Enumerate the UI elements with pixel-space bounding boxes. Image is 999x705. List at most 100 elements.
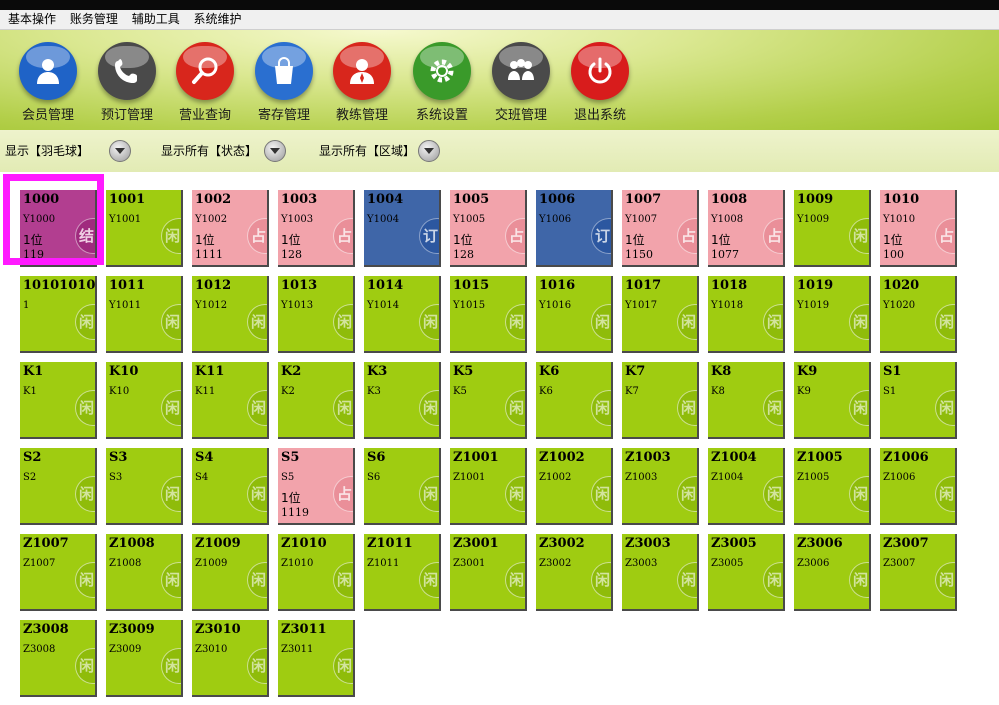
status-badge: 闲 [763, 304, 783, 340]
court-tile[interactable]: 闲 K10 K10 [106, 362, 183, 439]
court-tile[interactable]: 闲 Z1008 Z1008 [106, 534, 183, 611]
member-management-button[interactable]: 会员管理 [8, 42, 88, 130]
court-tile[interactable]: 闲 Z1004 Z1004 [708, 448, 785, 525]
court-tile[interactable]: 闲 1014 Y1014 [364, 276, 441, 353]
court-tile[interactable]: 闲 Z1010 Z1010 [278, 534, 355, 611]
court-tile[interactable]: 闲 Z3011 Z3011 [278, 620, 355, 697]
court-tile[interactable]: 闲 1009 Y1009 [794, 190, 871, 267]
storage-management-button[interactable]: 寄存管理 [244, 42, 324, 130]
court-tile[interactable]: 闲 10101010 1 [20, 276, 97, 353]
court-occupancy: 1位 [453, 233, 473, 247]
member-icon [19, 42, 77, 100]
court-tile[interactable]: 占 S5 S5 1位 1119 [278, 448, 355, 525]
court-tile[interactable]: 闲 Z1011 Z1011 [364, 534, 441, 611]
court-tile[interactable]: 闲 K8 K8 [708, 362, 785, 439]
court-tile[interactable]: 闲 1001 Y1001 [106, 190, 183, 267]
court-tile[interactable]: 闲 Z1007 Z1007 [20, 534, 97, 611]
court-tile[interactable]: 闲 S4 S4 [192, 448, 269, 525]
phone-icon [98, 42, 156, 100]
court-name: 1017 [625, 278, 662, 293]
court-tile[interactable]: 占 1010 Y1010 1位 100 [880, 190, 957, 267]
court-tile[interactable]: 闲 Z1009 Z1009 [192, 534, 269, 611]
status-badge: 闲 [505, 390, 525, 426]
chevron-down-icon[interactable] [109, 140, 131, 162]
court-tile[interactable]: 闲 K7 K7 [622, 362, 699, 439]
court-code: Y1002 [195, 214, 228, 225]
court-tile[interactable]: 占 1005 Y1005 1位 128 [450, 190, 527, 267]
reservation-management-button[interactable]: 预订管理 [87, 42, 167, 130]
menu-accounting[interactable]: 账务管理 [70, 12, 118, 26]
menu-system-maintenance[interactable]: 系统维护 [194, 12, 242, 26]
court-tile[interactable]: 闲 1013 Y1013 [278, 276, 355, 353]
court-tile[interactable]: 闲 K2 K2 [278, 362, 355, 439]
court-tile[interactable]: 闲 S3 S3 [106, 448, 183, 525]
court-tile[interactable]: 闲 1017 Y1017 [622, 276, 699, 353]
business-query-button[interactable]: 营业查询 [165, 42, 245, 130]
court-tile[interactable]: 闲 1012 Y1012 [192, 276, 269, 353]
menu-tools[interactable]: 辅助工具 [132, 12, 180, 26]
court-tile[interactable]: 闲 Z3009 Z3009 [106, 620, 183, 697]
court-name: S6 [367, 450, 386, 465]
court-tile[interactable]: 订 1004 Y1004 [364, 190, 441, 267]
status-badge: 闲 [247, 562, 267, 598]
menu-basic-operations[interactable]: 基本操作 [8, 12, 56, 26]
court-tile[interactable]: 订 1006 Y1006 [536, 190, 613, 267]
court-tile[interactable]: 闲 Z1005 Z1005 [794, 448, 871, 525]
chevron-down-icon[interactable] [264, 140, 286, 162]
court-code: Y1020 [883, 300, 916, 311]
sport-filter[interactable]: 显示【羽毛球】 [5, 140, 135, 162]
court-tile[interactable]: 闲 Z3002 Z3002 [536, 534, 613, 611]
court-tile[interactable]: 闲 S2 S2 [20, 448, 97, 525]
court-tile[interactable]: 闲 K9 K9 [794, 362, 871, 439]
court-tile[interactable]: 闲 Z1006 Z1006 [880, 448, 957, 525]
shift-handover-button[interactable]: 交班管理 [481, 42, 561, 130]
court-tile[interactable]: 闲 1016 Y1016 [536, 276, 613, 353]
court-tile[interactable]: 闲 S1 S1 [880, 362, 957, 439]
court-tile[interactable]: 占 1008 Y1008 1位 1077 [708, 190, 785, 267]
court-tile[interactable]: 闲 Z1002 Z1002 [536, 448, 613, 525]
system-settings-button[interactable]: 系统设置 [402, 42, 482, 130]
court-code: Y1013 [281, 300, 314, 311]
court-tile[interactable]: 闲 Z3010 Z3010 [192, 620, 269, 697]
court-tile[interactable]: 闲 Z1003 Z1003 [622, 448, 699, 525]
court-tile[interactable]: 闲 K1 K1 [20, 362, 97, 439]
court-tile[interactable]: 闲 Z3003 Z3003 [622, 534, 699, 611]
status-filter[interactable]: 显示所有【状态】 [161, 140, 291, 162]
court-tile[interactable]: 占 1003 Y1003 1位 128 [278, 190, 355, 267]
chevron-down-icon[interactable] [418, 140, 440, 162]
court-tile[interactable]: 闲 1018 Y1018 [708, 276, 785, 353]
court-tile[interactable]: 闲 Z3007 Z3007 [880, 534, 957, 611]
court-tile[interactable]: 闲 1020 Y1020 [880, 276, 957, 353]
court-tile[interactable]: 闲 Z3008 Z3008 [20, 620, 97, 697]
exit-system-button[interactable]: 退出系统 [560, 42, 640, 130]
court-tile[interactable]: 闲 K11 K11 [192, 362, 269, 439]
court-tile[interactable]: 闲 1011 Y1011 [106, 276, 183, 353]
area-filter[interactable]: 显示所有【区域】 [319, 140, 449, 162]
court-tile[interactable]: 结 1000 Y1000 1位 119 [20, 190, 97, 267]
court-tile[interactable]: 闲 Z1001 Z1001 [450, 448, 527, 525]
court-tile[interactable]: 闲 Z3005 Z3005 [708, 534, 785, 611]
status-badge: 闲 [935, 476, 955, 512]
court-tile[interactable]: 闲 1015 Y1015 [450, 276, 527, 353]
court-name: Z1001 [453, 450, 499, 465]
court-tile[interactable]: 闲 Z3001 Z3001 [450, 534, 527, 611]
court-tile[interactable]: 闲 1019 Y1019 [794, 276, 871, 353]
court-tile[interactable]: 闲 K6 K6 [536, 362, 613, 439]
court-code: Y1014 [367, 300, 400, 311]
court-tile[interactable]: 闲 K5 K5 [450, 362, 527, 439]
court-code: Z1002 [539, 472, 572, 483]
coach-management-button[interactable]: 教练管理 [322, 42, 402, 130]
court-tile[interactable]: 闲 Z3006 Z3006 [794, 534, 871, 611]
court-code: Y1017 [625, 300, 658, 311]
court-occupancy: 1位 [195, 233, 215, 247]
court-tile[interactable]: 闲 K3 K3 [364, 362, 441, 439]
court-code: Y1015 [453, 300, 486, 311]
shift-handover-label: 交班管理 [494, 108, 547, 123]
status-badge: 闲 [935, 390, 955, 426]
court-tile[interactable]: 占 1002 Y1002 1位 1111 [192, 190, 269, 267]
court-occupancy: 1位 [23, 233, 43, 247]
court-code: Z3008 [23, 644, 56, 655]
court-name: Z1009 [195, 536, 241, 551]
court-tile[interactable]: 占 1007 Y1007 1位 1150 [622, 190, 699, 267]
court-tile[interactable]: 闲 S6 S6 [364, 448, 441, 525]
